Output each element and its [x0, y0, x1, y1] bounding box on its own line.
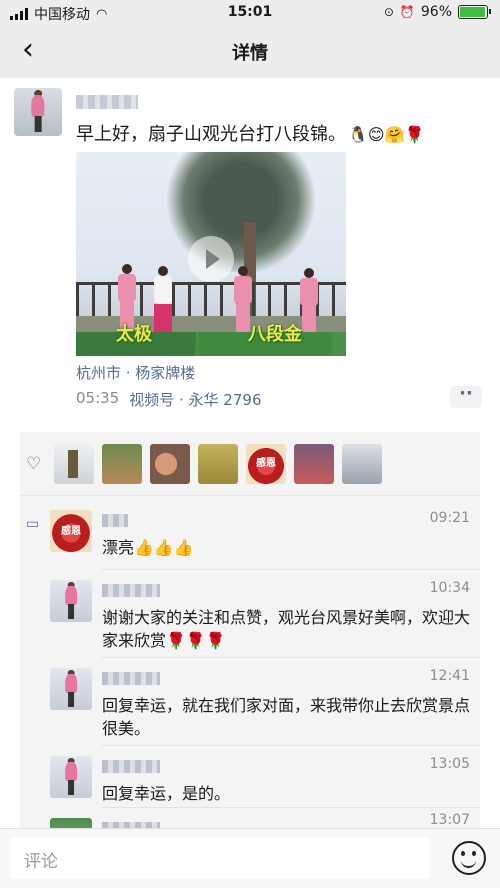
commenter-avatar[interactable]	[50, 756, 92, 798]
liker-avatar[interactable]	[150, 444, 190, 484]
comment-divider	[102, 745, 480, 746]
liker-avatar[interactable]	[246, 444, 286, 484]
post-meta: 05:35 视频号 · 永华 2796	[76, 389, 261, 410]
liker-avatar[interactable]	[54, 444, 94, 484]
comment-divider	[102, 569, 480, 570]
smiley-face-icon[interactable]	[452, 841, 486, 875]
comment-item[interactable]: 09:21 漂亮👍👍👍	[50, 500, 480, 570]
author-avatar[interactable]	[14, 88, 62, 136]
likes-section: ♡	[20, 432, 480, 496]
commenter-name-blurred[interactable]	[102, 514, 128, 527]
moment-post: 早上好，扇子山观光台打八段锦。 🐧😊🤗🌹 太极 八段金 杭州市 · 杨家牌楼 05…	[0, 78, 500, 420]
post-time: 05:35	[76, 389, 120, 407]
commenter-avatar[interactable]	[50, 510, 92, 552]
liker-avatar[interactable]	[294, 444, 334, 484]
comment-item[interactable]: 10:34 谢谢大家的关注和点赞，观光台风景好美啊，欢迎大家来欣赏🌹🌹🌹	[50, 569, 480, 658]
commenter-avatar[interactable]	[50, 818, 92, 828]
status-bar: 中国移动 ◠ 15:01 ⊙ ⏰ 96%	[0, 0, 500, 26]
video-thumbnail[interactable]: 太极 八段金	[76, 152, 346, 356]
liker-avatar[interactable]	[102, 444, 142, 484]
nav-bar: ‹ 详情	[0, 26, 500, 78]
comment-time: 09:21	[429, 510, 470, 526]
post-emojis: 🐧😊🤗🌹	[348, 125, 425, 144]
play-icon[interactable]	[188, 236, 234, 282]
comment-divider	[102, 807, 480, 808]
comment-item[interactable]: 12:41 回复幸运，就在我们家对面，来我带你止去欣赏景点很美。	[50, 657, 480, 746]
comment-item[interactable]: 13:07	[50, 807, 480, 828]
avatar-legs	[34, 115, 42, 133]
more-actions-button[interactable]: ··	[450, 385, 482, 408]
battery-percent: 96%	[420, 4, 452, 20]
comment-time: 13:05	[429, 756, 470, 772]
video-caption-taiji: 太极	[116, 324, 152, 345]
comment-time: 10:34	[429, 580, 470, 596]
commenter-avatar[interactable]	[50, 580, 92, 622]
comment-time: 12:41	[429, 668, 470, 684]
liker-avatar[interactable]	[342, 444, 382, 484]
video-caption-baduanjin: 八段金	[248, 324, 302, 345]
comments-section: ▭ 09:21 漂亮👍👍👍 10:34 谢谢大家的关注和点赞，观光台风景好美啊，…	[20, 496, 480, 828]
post-text-body: 早上好，扇子山观光台打八段锦。	[76, 124, 346, 145]
post-text: 早上好，扇子山观光台打八段锦。 🐧😊🤗🌹	[76, 120, 424, 146]
comment-time: 13:07	[429, 812, 470, 828]
comment-bubble-icon: ▭	[26, 516, 40, 532]
commenter-name-blurred[interactable]	[102, 584, 160, 597]
liker-avatar[interactable]	[198, 444, 238, 484]
commenter-name-blurred[interactable]	[102, 672, 160, 685]
comment-text: 谢谢大家的关注和点赞，观光台风景好美啊，欢迎大家来欣赏🌹🌹🌹	[102, 608, 471, 650]
avatar-body	[31, 94, 45, 117]
commenter-name-blurred[interactable]	[102, 760, 160, 773]
comment-text: 回复幸运，就在我们家对面，来我带你止去欣赏景点很美。	[102, 696, 471, 738]
comment-text: 漂亮👍👍👍	[102, 538, 194, 557]
heart-outline-icon: ♡	[26, 454, 42, 474]
lock-rotation-icon: ⊙	[383, 5, 394, 19]
dancer	[152, 266, 174, 332]
alarm-icon: ⏰	[399, 5, 415, 19]
comment-divider	[102, 657, 480, 658]
comment-text: 回复幸运，是的。	[102, 784, 231, 803]
battery-icon	[458, 5, 491, 19]
comment-input[interactable]: 评论	[10, 837, 430, 879]
post-location[interactable]: 杭州市 · 杨家牌楼	[76, 362, 195, 383]
status-right: ⊙ ⏰ 96%	[383, 4, 491, 20]
commenter-avatar[interactable]	[50, 668, 92, 710]
comment-bar: 评论	[0, 828, 500, 888]
channel-link[interactable]: 视频号 · 永华 2796	[129, 389, 261, 410]
author-name-blurred[interactable]	[76, 95, 138, 109]
page-title: 详情	[232, 43, 268, 64]
comment-item[interactable]: 13:05 回复幸运，是的。	[50, 745, 480, 808]
